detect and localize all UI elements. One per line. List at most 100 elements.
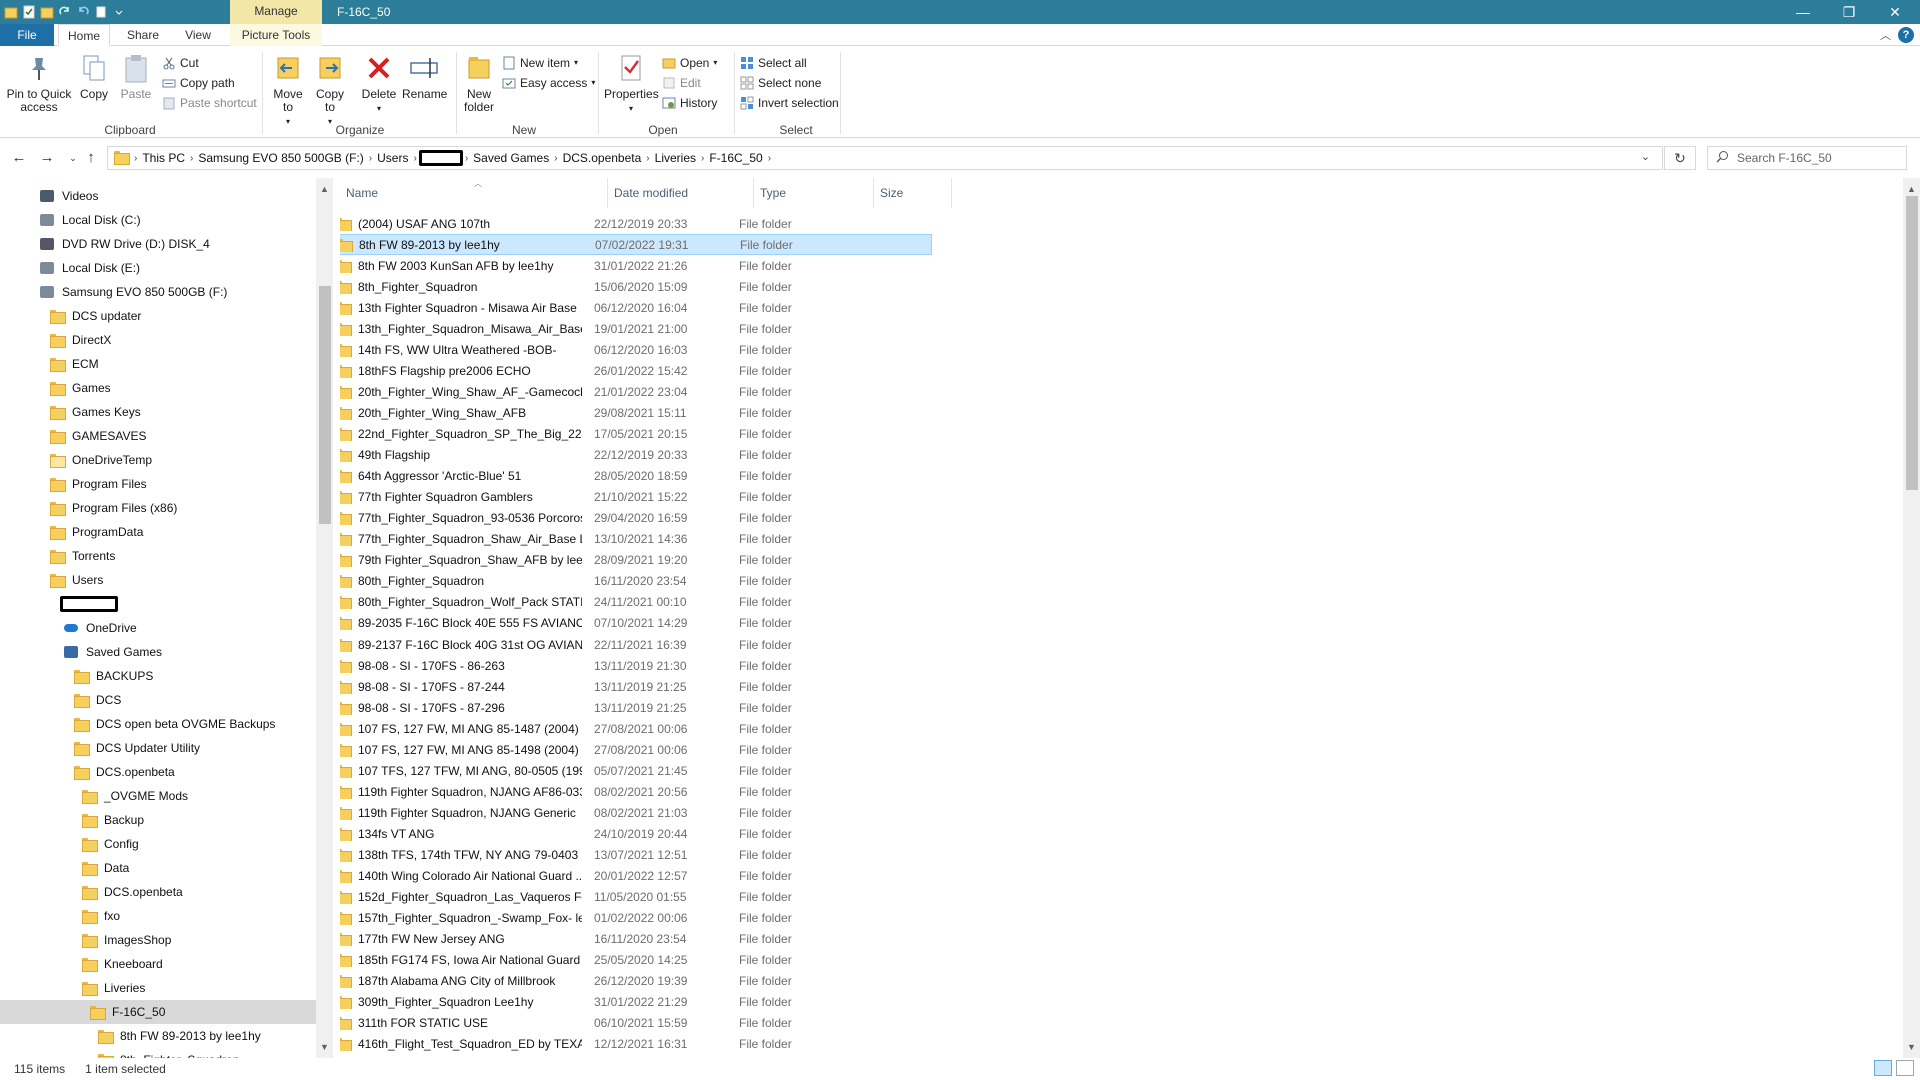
tab-file[interactable]: File <box>0 24 54 46</box>
file-row[interactable]: 309th_Fighter_Squadron Lee1hy 31/01/2022 … <box>340 992 932 1013</box>
breadcrumb-separator-icon[interactable]: › <box>768 153 771 164</box>
nav-item[interactable]: DirectX <box>0 328 316 352</box>
forward-arrow-icon[interactable]: → <box>36 148 58 168</box>
tab-picture-tools[interactable]: Picture Tools <box>230 24 322 46</box>
file-row[interactable]: 185th FG174 FS, Iowa Air National Guard … <box>340 950 932 971</box>
file-row[interactable]: 8th FW 89-2013 by lee1hy 07/02/2022 19:31… <box>340 234 932 256</box>
nav-item[interactable]: Videos <box>0 184 316 208</box>
file-row[interactable]: 177th FW New Jersey ANG 16/11/2020 23:54 F… <box>340 929 932 950</box>
file-row[interactable]: 8th_Fighter_Squadron 15/06/2020 15:09 File… <box>340 276 932 297</box>
file-row[interactable]: 8th FW 2003 KunSan AFB by lee1hy 31/01/20… <box>340 255 932 276</box>
file-row[interactable]: 22nd_Fighter_Squadron_SP_The_Big_22 2...… <box>340 424 932 445</box>
nav-item[interactable]: DCS open beta OVGME Backups <box>0 712 316 736</box>
copy-path-button[interactable]: Copy path <box>162 74 235 92</box>
column-header-date-modified[interactable]: Date modified <box>608 178 754 208</box>
nav-item[interactable]: fxo <box>0 904 316 928</box>
nav-item[interactable]: Liveries <box>0 976 316 1000</box>
breadcrumb-liveries[interactable]: Liveries <box>650 151 701 165</box>
paste-shortcut-button[interactable]: Paste shortcut <box>162 94 257 112</box>
nav-item[interactable]: ECM <box>0 352 316 376</box>
new-folder-button[interactable]: New folder <box>458 52 500 114</box>
select-all-button[interactable]: Select all <box>740 54 807 72</box>
file-row[interactable]: 77th_Fighter_Squadron_93-0536 Porcoros..… <box>340 508 932 529</box>
nav-item[interactable] <box>0 592 316 616</box>
nav-item[interactable]: Samsung EVO 850 500GB (F:) <box>0 280 316 304</box>
nav-item[interactable]: DCS updater <box>0 304 316 328</box>
nav-item[interactable]: _OVGME Mods <box>0 784 316 808</box>
nav-item[interactable]: Local Disk (C:) <box>0 208 316 232</box>
file-row[interactable]: 80th_Fighter_Squadron_Wolf_Pack STATIC 24… <box>340 592 932 613</box>
file-row[interactable]: 119th Fighter Squadron, NJANG Generic 08/… <box>340 802 932 823</box>
tab-share[interactable]: Share <box>116 24 170 46</box>
file-row[interactable]: 187th Alabama ANG City of Millbrook 26/12… <box>340 971 932 992</box>
tab-view[interactable]: View <box>172 24 224 46</box>
file-row[interactable]: 49th Flagship 22/12/2019 20:33 File folder <box>340 445 932 466</box>
delete-button[interactable]: Delete ▾ <box>360 52 398 115</box>
nav-item[interactable]: Games <box>0 376 316 400</box>
nav-item[interactable]: ProgramData <box>0 520 316 544</box>
nav-item[interactable]: DCS.openbeta <box>0 880 316 904</box>
file-row[interactable]: 107 FS, 127 FW, MI ANG 85-1487 (2004) 27/… <box>340 718 932 739</box>
rename-quick-icon[interactable] <box>94 5 108 19</box>
nav-item[interactable]: ImagesShop <box>0 928 316 952</box>
breadcrumb-f16c50[interactable]: F-16C_50 <box>704 151 767 165</box>
navigation-pane-scroll-thumb[interactable] <box>319 286 331 524</box>
file-row[interactable]: 138th TFS, 174th TFW, NY ANG 79-0403 13/0… <box>340 845 932 866</box>
nav-item[interactable]: Kneeboard <box>0 952 316 976</box>
cut-button[interactable]: Cut <box>162 54 199 72</box>
file-row[interactable]: 98-08 - SI - 170FS - 86-263 13/11/2019 21… <box>340 655 932 676</box>
nav-item[interactable]: Config <box>0 832 316 856</box>
file-list-scroll-thumb[interactable] <box>1906 196 1918 490</box>
file-list[interactable]: Name ︿ Date modified Type Size (2004) US… <box>340 178 1900 1058</box>
large-icons-view-icon[interactable] <box>1896 1060 1914 1076</box>
nav-item[interactable]: Data <box>0 856 316 880</box>
new-folder-quick-icon[interactable] <box>40 5 54 19</box>
file-row[interactable]: 20th_Fighter_Wing_Shaw_AF_-Gamecock... 21… <box>340 381 932 402</box>
move-to-button[interactable]: Move to ▾ <box>268 52 308 128</box>
nav-item[interactable]: Local Disk (E:) <box>0 256 316 280</box>
file-row[interactable]: 107 TFS, 127 TFW, MI ANG, 80-0505 (1990)… <box>340 760 932 781</box>
navigation-pane[interactable]: Videos Local Disk (C:) DVD RW Drive (D:) D… <box>0 178 316 1058</box>
nav-item[interactable]: DCS <box>0 688 316 712</box>
nav-item[interactable]: DVD RW Drive (D:) DISK_4 <box>0 232 316 256</box>
rename-button[interactable]: Rename <box>402 52 447 101</box>
open-button[interactable]: Open ▾ <box>662 54 717 72</box>
nav-item[interactable]: 8th FW 89-2013 by lee1hy <box>0 1024 316 1048</box>
file-row[interactable]: (2004) USAF ANG 107th 22/12/2019 20:33 Fil… <box>340 213 932 234</box>
file-row[interactable]: 77th_Fighter_Squadron_Shaw_Air_Base L...… <box>340 529 932 550</box>
paste-button[interactable]: Paste <box>118 52 154 101</box>
breadcrumb-saved-games[interactable]: Saved Games <box>468 151 554 165</box>
file-row[interactable]: 13th Fighter Squadron - Misawa Air Base 0… <box>340 297 932 318</box>
undo-icon[interactable] <box>76 5 90 19</box>
manage-context-tab[interactable]: Manage <box>230 0 322 24</box>
copy-to-button[interactable]: Copy to ▾ <box>310 52 350 128</box>
nav-item[interactable]: Program Files <box>0 472 316 496</box>
scroll-down-arrow-icon[interactable]: ▼ <box>1903 1042 1920 1052</box>
address-bar[interactable]: › This PC › Samsung EVO 850 500GB (F:) ›… <box>107 146 1663 170</box>
back-arrow-icon[interactable]: ← <box>8 148 30 168</box>
file-row[interactable]: 79th Fighter_Squadron_Shaw_AFB by lee...… <box>340 550 932 571</box>
close-button[interactable]: ✕ <box>1872 0 1918 24</box>
minimize-button[interactable]: — <box>1780 0 1826 24</box>
file-row[interactable]: 107 FS, 127 FW, MI ANG 85-1498 (2004) 27/… <box>340 739 932 760</box>
customize-toolbar-chevron-icon[interactable] <box>112 5 126 19</box>
nav-item[interactable]: OneDrive <box>0 616 316 640</box>
tab-home[interactable]: Home <box>58 24 110 46</box>
scroll-up-arrow-icon[interactable]: ▲ <box>1903 184 1920 194</box>
invert-selection-button[interactable]: Invert selection <box>740 94 839 112</box>
nav-item[interactable]: Backup <box>0 808 316 832</box>
nav-item[interactable]: Users <box>0 568 316 592</box>
file-row[interactable]: 14th FS, WW Ultra Weathered -BOB- 06/12/2… <box>340 339 932 360</box>
minimize-ribbon-chevron-icon[interactable]: ︿ <box>1880 27 1891 43</box>
up-arrow-icon[interactable]: ↑ <box>80 148 102 168</box>
easy-access-button[interactable]: Easy access ▾ <box>502 74 595 92</box>
nav-scroll-down-arrow-icon[interactable]: ▼ <box>316 1042 333 1052</box>
breadcrumb-users[interactable]: Users <box>372 151 413 165</box>
details-view-icon[interactable] <box>1874 1060 1892 1076</box>
nav-scroll-up-arrow-icon[interactable]: ▲ <box>316 184 333 194</box>
file-row[interactable]: 152d_Fighter_Squadron_Las_Vaqueros Fe...… <box>340 887 932 908</box>
nav-item[interactable]: F-16C_50 <box>0 1000 316 1024</box>
file-row[interactable]: 157th_Fighter_Squadron_-Swamp_Fox- le...… <box>340 908 932 929</box>
copy-button[interactable]: Copy <box>76 52 112 101</box>
file-row[interactable]: 140th Wing Colorado Air National Guard .… <box>340 866 932 887</box>
